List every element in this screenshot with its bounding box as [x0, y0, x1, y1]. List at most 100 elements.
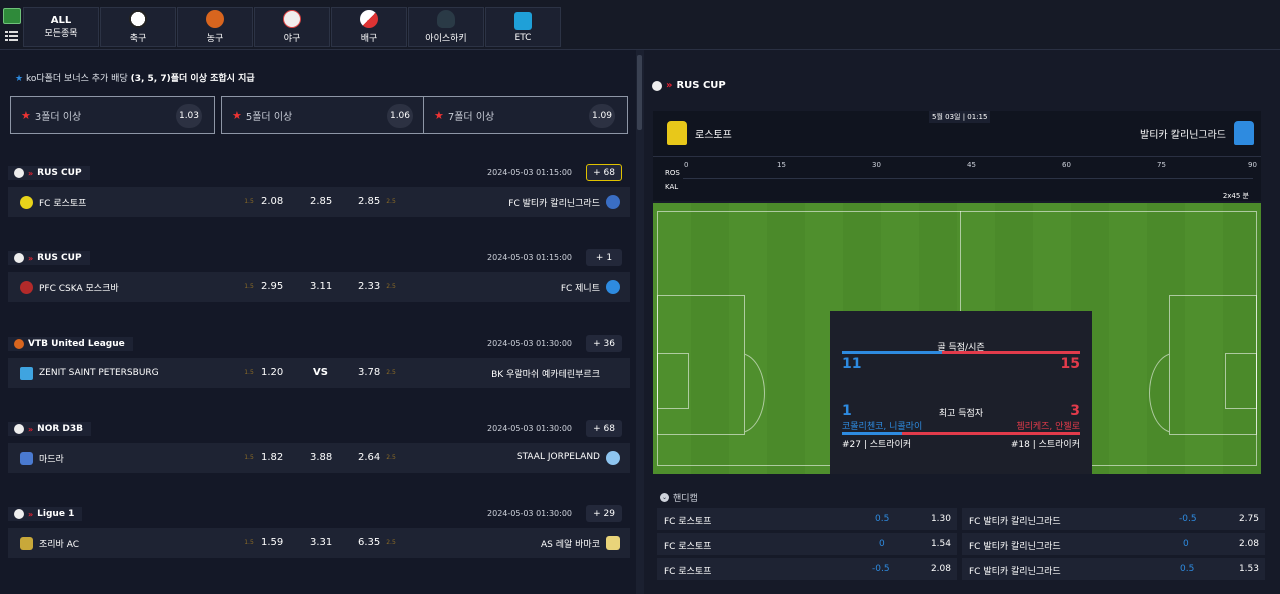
home-odd[interactable]: 1.82 [261, 452, 283, 463]
match-row: 마드라 1.5 1.82 3.88 2.64 2.5 STAAL JORPELA… [8, 443, 630, 473]
home-team: 마드라 [39, 454, 64, 465]
timeline-tick: 75 [1157, 161, 1166, 169]
grid-view-icon[interactable] [3, 8, 21, 24]
team-logo [606, 280, 620, 294]
scorer-title: 최고 득점자 [938, 409, 984, 419]
team-logo [606, 195, 620, 209]
league-name: NOR D3B [37, 424, 84, 434]
match-header: » RUS CUP 2024-05-03 01:15:00 + 1 [8, 248, 630, 268]
home-team-name: 로스토프 [695, 130, 732, 141]
more-markets-button[interactable]: + 68 [586, 164, 622, 181]
timeline-divider [683, 178, 1253, 179]
handicap-row[interactable]: FC 로스토프 0.5 1.30 [657, 508, 957, 530]
soccer-ball-icon [14, 424, 24, 434]
handicap-title: 핸디캡 [673, 494, 698, 504]
match-time: 2024-05-03 01:15:00 [487, 168, 572, 177]
match-header: » RUS CUP 2024-05-03 01:15:00 + 68 [8, 163, 630, 183]
detail-league-header: » RUS CUP [652, 80, 726, 91]
bonus-box-label: 5폴더 이상 [245, 111, 293, 123]
handicap-team: FC 발티카 칼리닌그라드 [969, 567, 1061, 577]
more-markets-button[interactable]: + 1 [586, 249, 622, 266]
home-handicap: 1.5 [244, 369, 254, 376]
handicap-row[interactable]: FC 로스토프 0 1.54 [657, 533, 957, 555]
handicap-row[interactable]: FC 로스토프 -0.5 2.08 [657, 558, 957, 580]
home-odd[interactable]: 1.59 [261, 537, 283, 548]
away-odd[interactable]: 2.33 [358, 281, 380, 292]
home-handicap: 1.5 [244, 539, 254, 546]
handicap-odd: 2.08 [1238, 539, 1259, 549]
sport-tab-baseball[interactable]: 야구 [254, 7, 330, 47]
away-team: STAAL JORPELAND [516, 452, 600, 462]
match-time: 2024-05-03 01:30:00 [487, 424, 572, 433]
sport-tab-soccer[interactable]: 축구 [100, 7, 176, 47]
home-odd[interactable]: 2.95 [261, 281, 283, 292]
basketball-icon [206, 10, 224, 28]
away-odd[interactable]: 2.64 [358, 452, 380, 463]
away-handicap: 2.5 [386, 198, 396, 205]
draw-odd[interactable]: 3.31 [310, 537, 332, 548]
handicap-row[interactable]: FC 발티카 칼리닌그라드 -0.5 2.75 [962, 508, 1265, 530]
handicap-line: -0.5 [872, 564, 890, 574]
home-odd[interactable]: 1.20 [261, 367, 283, 378]
handicap-odd: 2.08 [930, 564, 951, 574]
duration-label: 2x45 분 [1222, 192, 1249, 200]
star-icon: ★ [15, 74, 24, 84]
away-abbr: KAL [665, 183, 679, 191]
draw-odd[interactable]: 2.85 [310, 196, 332, 207]
timeline-tick: 90 [1248, 161, 1257, 169]
sport-tab-basketball[interactable]: 농구 [177, 7, 253, 47]
more-markets-button[interactable]: + 36 [586, 335, 622, 352]
soccer-ball-icon [652, 80, 662, 91]
bonus-box-label: 7폴더 이상 [447, 111, 495, 123]
away-scorer-bar [902, 432, 1080, 435]
league-name: RUS CUP [37, 168, 82, 178]
home-handicap: 1.5 [244, 283, 254, 290]
sport-tab-volleyball[interactable]: 배구 [331, 7, 407, 47]
sport-tab-etc[interactable]: ETC [485, 7, 561, 47]
right-goal-box [1225, 353, 1257, 409]
match-header: VTB United League 2024-05-03 01:30:00 + … [8, 334, 630, 354]
home-odd[interactable]: 2.08 [261, 196, 283, 207]
match-card: VTB United League 2024-05-03 01:30:00 + … [8, 334, 630, 390]
bonus-box-5[interactable]: ★ 5폴더 이상 1.06 [221, 96, 426, 134]
away-scorer-goals: 3 [1070, 403, 1080, 419]
match-row: ZENIT SAINT PETERSBURG 1.5 1.20 VS 3.78 … [8, 358, 630, 388]
handicap-row[interactable]: FC 발티카 칼리닌그라드 0.5 1.53 [962, 558, 1265, 580]
away-team: AS 레알 바마코 [541, 540, 600, 550]
away-team: FC 제니트 [560, 284, 600, 294]
away-goals-bar [942, 351, 1080, 354]
draw-odd[interactable]: 3.11 [310, 281, 332, 292]
ice-hockey-icon [437, 10, 455, 28]
match-time: 2024-05-03 01:30:00 [487, 509, 572, 518]
scrollbar[interactable] [637, 55, 642, 130]
more-markets-button[interactable]: + 29 [586, 505, 622, 522]
home-handicap: 1.5 [244, 198, 254, 205]
match-date: 5월 03일 | 01:15 [929, 111, 991, 123]
star-icon: ★ [21, 108, 31, 122]
sport-tab-all[interactable]: ALL 모든종목 [23, 7, 99, 47]
handicap-row[interactable]: FC 발티카 칼리닌그라드 0 2.08 [962, 533, 1265, 555]
handicap-line: -0.5 [1179, 514, 1197, 524]
draw-odd[interactable]: 3.88 [310, 452, 332, 463]
away-odd[interactable]: 6.35 [358, 537, 380, 548]
list-view-icon[interactable] [3, 28, 21, 44]
league-name: VTB United League [28, 339, 125, 349]
sport-tab-ice-hockey[interactable]: 아이스하키 [408, 7, 484, 47]
sport-tab-all-top: ALL [50, 15, 72, 26]
soccer-ball-icon [129, 10, 147, 28]
handicap-section-header[interactable]: ⌄ 핸디캡 [660, 491, 698, 504]
away-scorer-position: #18 | 스트라이커 [1010, 440, 1080, 450]
bonus-odd: 1.06 [387, 104, 413, 128]
home-team: FC 로스토프 [39, 198, 87, 209]
bonus-box-7[interactable]: ★ 7폴더 이상 1.09 [423, 96, 628, 134]
chevron-down-icon: ⌄ [660, 493, 669, 502]
away-odd[interactable]: 3.78 [358, 367, 380, 378]
timeline-tick: 60 [1062, 161, 1071, 169]
vs-label: VS [313, 367, 328, 378]
more-markets-button[interactable]: + 68 [586, 420, 622, 437]
away-odd[interactable]: 2.85 [358, 196, 380, 207]
home-team: ZENIT SAINT PETERSBURG [39, 368, 159, 378]
basketball-icon [14, 339, 24, 349]
bonus-box-3[interactable]: ★ 3폴더 이상 1.03 [10, 96, 215, 134]
chevron-right-icon: » [28, 253, 34, 263]
